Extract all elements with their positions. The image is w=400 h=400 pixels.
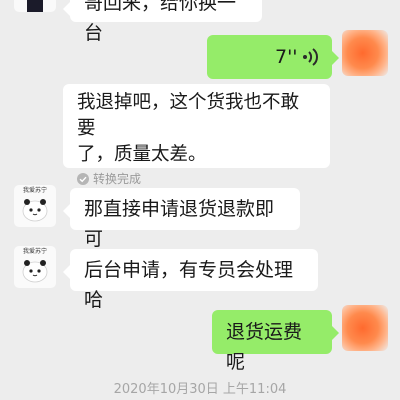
my-avatar[interactable] [342, 305, 388, 351]
message-bubble-incoming[interactable]: 那直接申请退货退款即可 [63, 188, 300, 250]
voice-wave-icon [303, 48, 318, 66]
voice-message-bubble[interactable]: 7'' [207, 35, 339, 79]
panda-avatar-icon [27, 0, 43, 12]
transcript-line-2: 了，质量太差。 [77, 144, 207, 165]
contact-avatar[interactable]: 我爱苏宁 [14, 246, 56, 288]
message-text: 退货运费呢 [226, 321, 303, 373]
avatar-tag: 我爱苏宁 [22, 187, 47, 194]
message-text: 后台申请，有专员会处理哈 [84, 259, 294, 311]
message-bubble-incoming[interactable]: 哥回来，给你换一台 [63, 0, 262, 44]
message-bubble-outgoing[interactable]: 退货运费呢 [212, 310, 339, 373]
check-circle-icon [77, 173, 89, 185]
voice-transcript-box[interactable]: 我退掉吧，这个货我也不敢要 了，质量太差。 转换完成 [63, 84, 330, 186]
transcript-status: 转换完成 [77, 170, 316, 188]
transcript-line-1: 我退掉吧，这个货我也不敢要 [77, 92, 300, 139]
contact-avatar[interactable] [14, 0, 56, 12]
message-text: 那直接申请退货退款即可 [84, 198, 275, 250]
avatar-tag: 我爱苏宁 [22, 248, 47, 255]
contact-avatar[interactable]: 我爱苏宁 [14, 185, 56, 227]
voice-duration: 7'' [275, 46, 298, 68]
transcript-status-text: 转换完成 [93, 172, 142, 186]
message-bubble-incoming[interactable]: 后台申请，有专员会处理哈 [63, 249, 318, 311]
my-avatar[interactable] [342, 30, 388, 76]
chat-timestamp: 2020年10月30日 上午11:04 [113, 382, 287, 397]
